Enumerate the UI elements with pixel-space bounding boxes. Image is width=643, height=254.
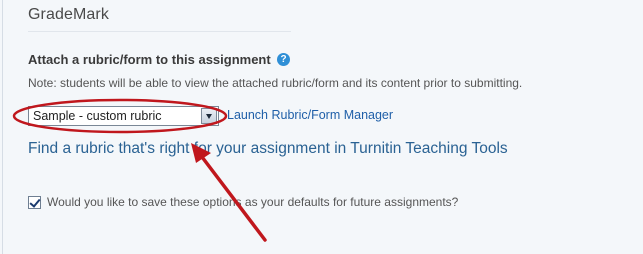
panel-left-border [2, 0, 3, 254]
title-divider [28, 31, 291, 32]
rubric-note: Note: students will be able to view the … [28, 76, 523, 90]
chevron-down-icon[interactable] [201, 108, 217, 124]
rubric-heading: Attach a rubric/form to this assignment [28, 52, 271, 67]
launch-rubric-manager-link[interactable]: Launch Rubric/Form Manager [227, 108, 393, 122]
save-defaults-checkbox[interactable] [28, 195, 41, 209]
grademark-panel: GradeMark Attach a rubric/form to this a… [0, 0, 643, 254]
save-defaults-label: Would you like to save these options as … [47, 195, 459, 209]
question-icon[interactable]: ? [277, 53, 290, 66]
find-rubric-link[interactable]: Find a rubric that's right for your assi… [28, 140, 508, 158]
save-defaults-row: Would you like to save these options as … [28, 194, 458, 210]
rubric-select-value: Sample - custom rubric [33, 109, 162, 123]
section-title: GradeMark [28, 6, 109, 23]
annotation-overlay [12, 98, 267, 242]
rubric-select[interactable]: Sample - custom rubric [28, 106, 219, 126]
